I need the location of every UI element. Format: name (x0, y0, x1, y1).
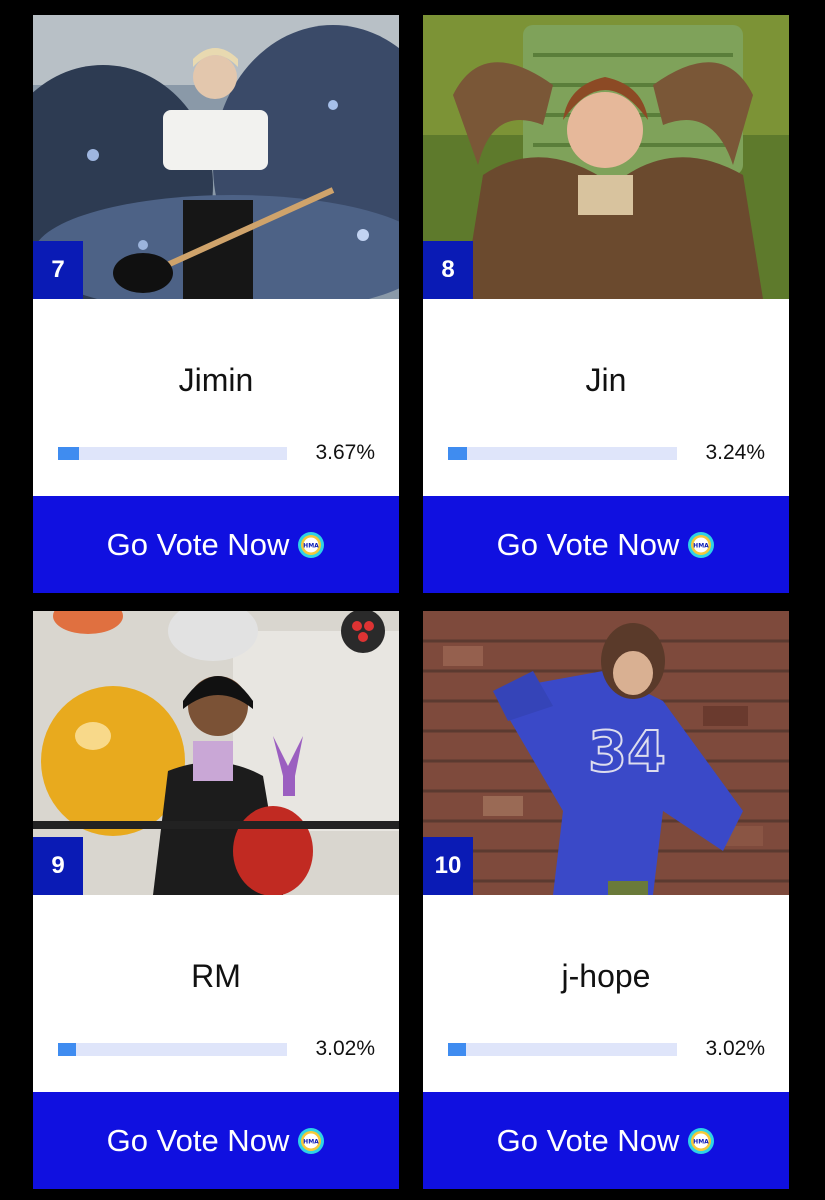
candidate-card: 7 Jimin 3.67% Go Vote Now HMA (33, 15, 399, 593)
candidate-name: Jimin (178, 362, 254, 398)
svg-text:HMA: HMA (304, 542, 320, 549)
hma-logo-icon: HMA (298, 1127, 325, 1154)
candidate-card: 9 RM 3.02% Go Vote Now HMA (33, 611, 399, 1189)
go-vote-now-label: Go Vote Now (106, 1122, 290, 1158)
go-vote-now-button[interactable]: Go Vote Now HMA (33, 496, 399, 593)
candidate-card: 34 10 j-hope 3.02% Go Vote Now HMA (423, 611, 789, 1189)
candidate-photo (33, 611, 399, 895)
candidate-photo (33, 15, 399, 299)
svg-text:HMA: HMA (694, 542, 710, 549)
hma-logo-icon: HMA (298, 531, 325, 558)
vote-progress-fill (448, 447, 468, 460)
vote-progress-bar (58, 447, 287, 460)
svg-text:34: 34 (588, 720, 666, 785)
vote-progress-bar (448, 1043, 677, 1056)
go-vote-now-label: Go Vote Now (106, 526, 290, 562)
vote-progress-fill (58, 447, 79, 460)
candidate-name: RM (191, 958, 241, 994)
vote-percentage: 3.02% (705, 1037, 765, 1060)
vote-progress-fill (448, 1043, 467, 1056)
svg-text:HMA: HMA (304, 1138, 320, 1145)
vote-percentage: 3.67% (315, 441, 375, 464)
vote-progress-bar (448, 447, 677, 460)
candidate-photo (423, 15, 789, 299)
go-vote-now-button[interactable]: Go Vote Now HMA (33, 1092, 399, 1189)
go-vote-now-button[interactable]: Go Vote Now HMA (423, 1092, 789, 1189)
candidate-card: 8 Jin 3.24% Go Vote Now HMA (423, 15, 789, 593)
vote-percentage: 3.02% (315, 1037, 375, 1060)
candidate-name: j-hope (561, 958, 651, 994)
rank-badge: 10 (423, 837, 473, 895)
rank-badge: 7 (33, 241, 83, 299)
hma-logo-icon: HMA (688, 531, 715, 558)
go-vote-now-label: Go Vote Now (496, 526, 680, 562)
vote-percentage: 3.24% (705, 441, 765, 464)
vote-progress-fill (58, 1043, 77, 1056)
vote-progress-bar (58, 1043, 287, 1056)
candidate-name: Jin (585, 362, 627, 398)
rank-badge: 9 (33, 837, 83, 895)
go-vote-now-button[interactable]: Go Vote Now HMA (423, 496, 789, 593)
go-vote-now-label: Go Vote Now (496, 1122, 680, 1158)
svg-text:HMA: HMA (694, 1138, 710, 1145)
hma-logo-icon: HMA (688, 1127, 715, 1154)
candidate-photo: 34 (423, 611, 789, 895)
rank-badge: 8 (423, 241, 473, 299)
